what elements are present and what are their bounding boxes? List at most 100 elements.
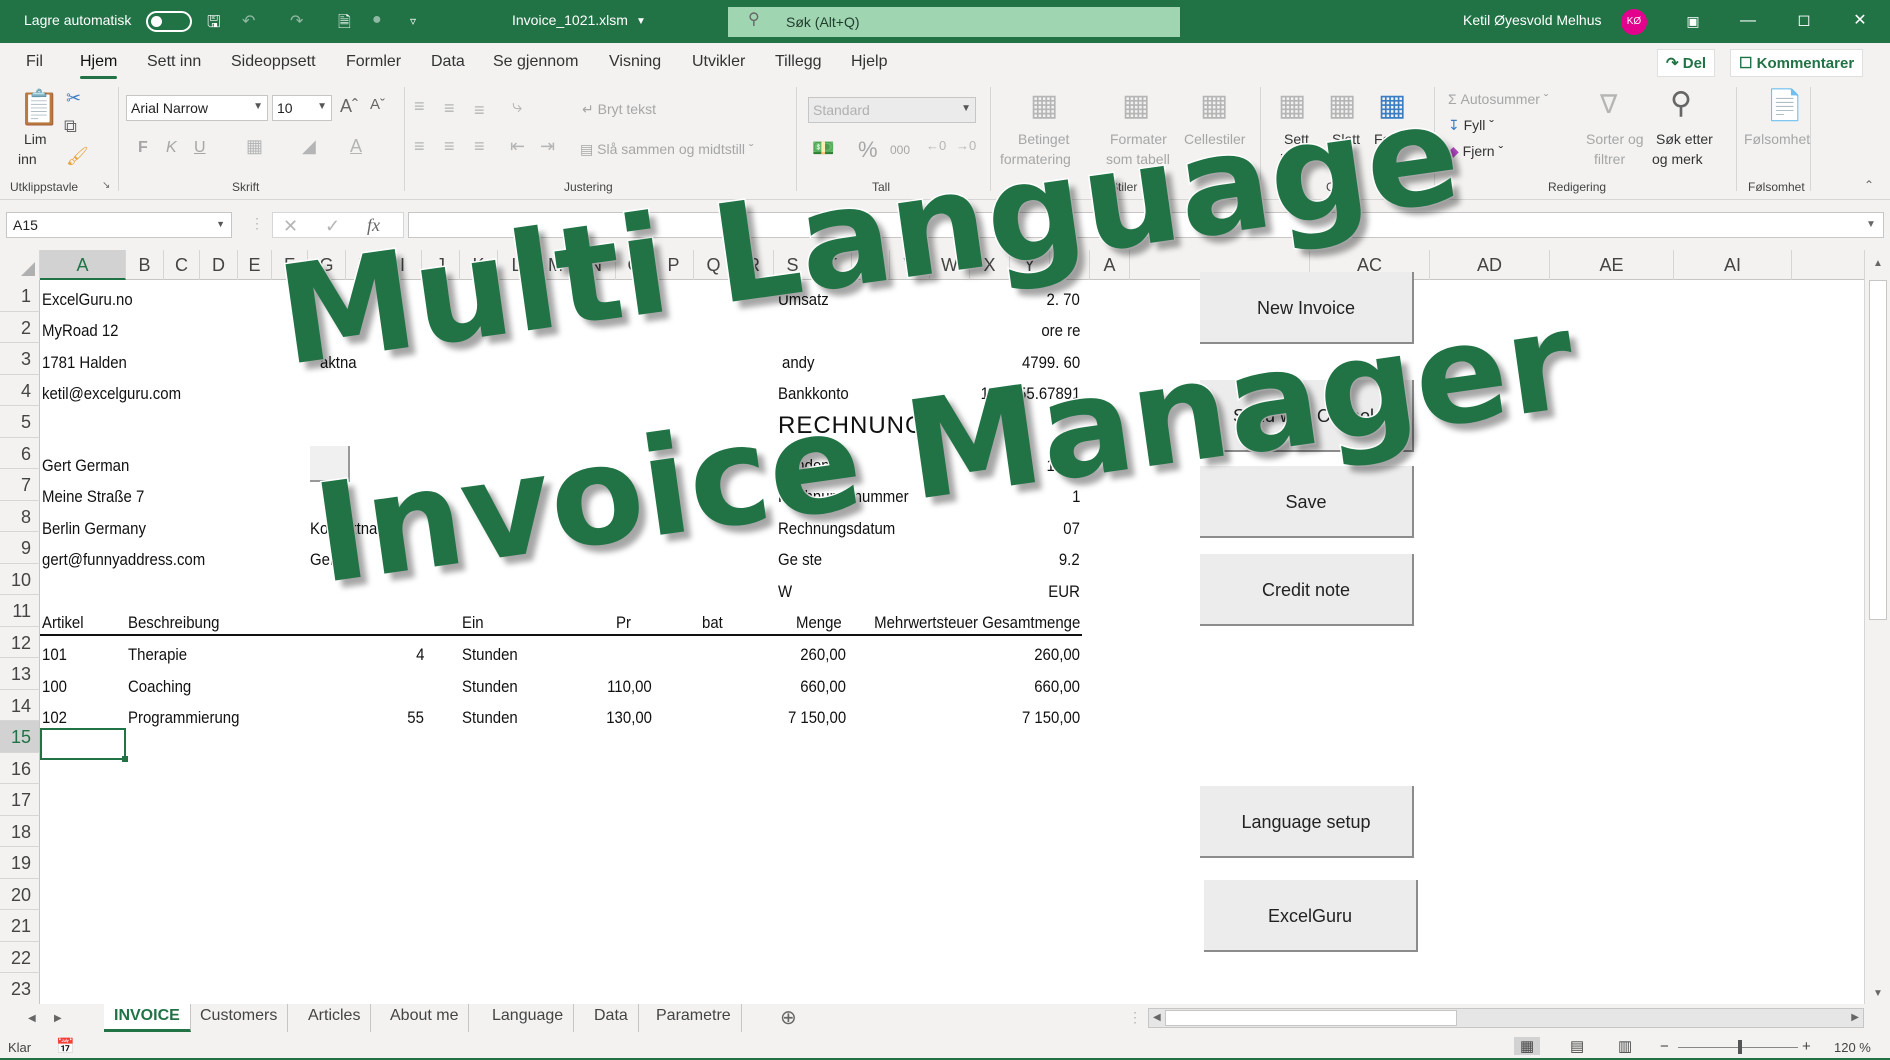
record-macro-icon[interactable]: ●	[372, 11, 382, 29]
conditional-formatting-icon[interactable]: ▦	[1030, 91, 1058, 121]
paste-label[interactable]: Lim	[24, 131, 47, 147]
share-button[interactable]: ↷ Del	[1657, 49, 1716, 77]
customize-toolbar-icon[interactable]: ▿	[410, 14, 416, 28]
decrease-decimal-icon[interactable]: →0	[956, 139, 976, 152]
sheet-tab[interactable]: Language	[482, 1004, 575, 1032]
zoom-out-button[interactable]: −	[1660, 1038, 1669, 1055]
column-header[interactable]: C	[164, 250, 200, 280]
bold-button[interactable]: F	[138, 139, 148, 157]
column-header[interactable]: P	[654, 250, 694, 280]
line-item-unit[interactable]: Stunden	[462, 677, 518, 697]
row-header[interactable]: 8	[0, 500, 40, 532]
row-header[interactable]: 10	[0, 563, 40, 595]
accessibility-icon[interactable]: 📅	[56, 1037, 75, 1055]
column-header[interactable]: U	[852, 250, 890, 280]
column-header[interactable]: A	[40, 250, 126, 280]
cell-styles-label[interactable]: Cellestiler	[1184, 131, 1245, 147]
sort-filter-label[interactable]: Sorter og	[1586, 131, 1644, 147]
bank-account-value[interactable]: 1234.55.67891	[980, 384, 1080, 404]
recipient-line[interactable]: Gert German	[42, 456, 129, 476]
sheet-tab[interactable]: Articles	[298, 1004, 372, 1032]
sort-filter-label-2[interactable]: filtrer	[1594, 151, 1625, 167]
line-item-amount[interactable]: 260,00	[800, 645, 846, 665]
insert-function-icon[interactable]: fx	[367, 216, 380, 234]
paste-label-2[interactable]: inn	[18, 151, 37, 167]
column-header[interactable]: M	[536, 250, 576, 280]
increase-decimal-icon[interactable]: ←0	[926, 139, 946, 152]
column-header[interactable]: AE	[1550, 250, 1674, 280]
row-header[interactable]: 16	[0, 752, 40, 784]
column-header[interactable]: A	[1090, 250, 1130, 280]
name-box[interactable]: A15 ▼	[6, 212, 232, 238]
row-header[interactable]: 20	[0, 878, 40, 910]
line-item-unit[interactable]: Stunden	[462, 645, 518, 665]
column-header[interactable]: I	[384, 250, 422, 280]
grow-font-icon[interactable]: Aˆ	[340, 97, 358, 115]
column-header[interactable]	[1050, 250, 1090, 280]
tab-sett-inn[interactable]: Sett inn	[147, 53, 201, 71]
select-all-button[interactable]	[0, 250, 40, 280]
align-center-icon[interactable]: ≡	[444, 137, 455, 155]
tab-data[interactable]: Data	[431, 53, 465, 71]
scroll-down-icon[interactable]: ▼	[1873, 988, 1883, 999]
row-header[interactable]: 22	[0, 941, 40, 973]
font-color-icon[interactable]: A	[350, 137, 362, 155]
row-header[interactable]: 17	[0, 784, 40, 816]
decrease-indent-icon[interactable]: ⇤	[510, 137, 525, 155]
print-preview-icon[interactable]: 🗎	[338, 11, 351, 38]
format-cells-icon[interactable]: ▦	[1378, 91, 1406, 121]
info-value[interactable]: 9.2	[1059, 550, 1080, 570]
row-header[interactable]: 14	[0, 689, 40, 721]
format-as-table-label[interactable]: Formater	[1110, 131, 1167, 147]
column-header[interactable]: O	[616, 250, 654, 280]
column-header[interactable]: R	[734, 250, 774, 280]
column-header[interactable]: E	[238, 250, 272, 280]
copy-icon[interactable]: ⧉	[64, 117, 77, 135]
collapse-ribbon-icon[interactable]: ⌃	[1864, 179, 1874, 191]
sort-filter-icon[interactable]: ∇	[1600, 91, 1617, 117]
column-header[interactable]: J	[422, 250, 460, 280]
avatar[interactable]: KØ	[1621, 9, 1647, 35]
column-header[interactable]: N	[576, 250, 616, 280]
table-header-rabatt[interactable]: bat	[702, 613, 723, 633]
recipient-line[interactable]: Meine Straße 7	[42, 487, 144, 507]
selected-cell-a15[interactable]	[40, 728, 128, 762]
spreadsheet-grid[interactable]: A B C D E F G H I J K L M N O P Q R S T U V W X Y A AC AD AE AI 12345…	[0, 250, 1890, 1004]
save-button[interactable]: Save	[1200, 466, 1414, 538]
column-header[interactable]: AD	[1430, 250, 1550, 280]
horizontal-scroll-thumb[interactable]	[1165, 1010, 1457, 1026]
clear-button[interactable]: ◆ Fjern ˇ	[1448, 143, 1503, 160]
line-item-total[interactable]: 7 150,00	[1022, 708, 1080, 728]
info-label[interactable]: Ge ste	[778, 550, 822, 570]
tab-se-gjennom[interactable]: Se gjennom	[493, 53, 578, 71]
table-header-einheit[interactable]: Ein	[462, 613, 484, 633]
column-header[interactable]: H	[346, 250, 384, 280]
recipient-line[interactable]: Berlin Germany	[42, 519, 146, 539]
format-as-table-label-2[interactable]: som tabell	[1106, 151, 1170, 167]
number-format-select[interactable]: Standard ▼	[808, 97, 976, 123]
line-item-qty[interactable]: 4	[416, 645, 424, 665]
horizontal-scrollbar[interactable]: ◀ ▶	[1148, 1008, 1864, 1028]
conditional-formatting-label[interactable]: Betinget	[1018, 131, 1069, 147]
contact-label[interactable]: Kontaktname	[310, 519, 398, 539]
sender-line[interactable]: 1781 Halden	[42, 353, 127, 373]
column-header[interactable]: Q	[694, 250, 734, 280]
find-select-icon[interactable]: ⚲	[1670, 89, 1692, 119]
column-header[interactable]: V	[890, 250, 930, 280]
close-button[interactable]: ✕	[1840, 8, 1880, 34]
accounting-format-icon[interactable]: 💵	[812, 139, 834, 157]
new-invoice-button[interactable]: New Invoice	[1200, 272, 1414, 344]
font-size-select[interactable]: 10 ▼	[272, 95, 332, 121]
info-label[interactable]: W	[778, 582, 792, 602]
file-name[interactable]: Invoice_1021.xlsm	[512, 12, 628, 28]
ribbon-display-icon[interactable]: ▣	[1673, 8, 1713, 34]
sheet-tab[interactable]: About me	[380, 1004, 470, 1032]
excelguru-button[interactable]: ExcelGuru	[1204, 880, 1418, 952]
line-item-description[interactable]: Therapie	[128, 645, 187, 665]
normal-view-icon[interactable]: ▦	[1514, 1037, 1541, 1055]
tab-formler[interactable]: Formler	[346, 53, 401, 71]
table-header-preis[interactable]: Pr	[616, 613, 631, 633]
line-item-qty[interactable]: 55	[407, 708, 424, 728]
column-header[interactable]: S	[774, 250, 812, 280]
align-middle-icon[interactable]: ≡	[444, 99, 455, 117]
